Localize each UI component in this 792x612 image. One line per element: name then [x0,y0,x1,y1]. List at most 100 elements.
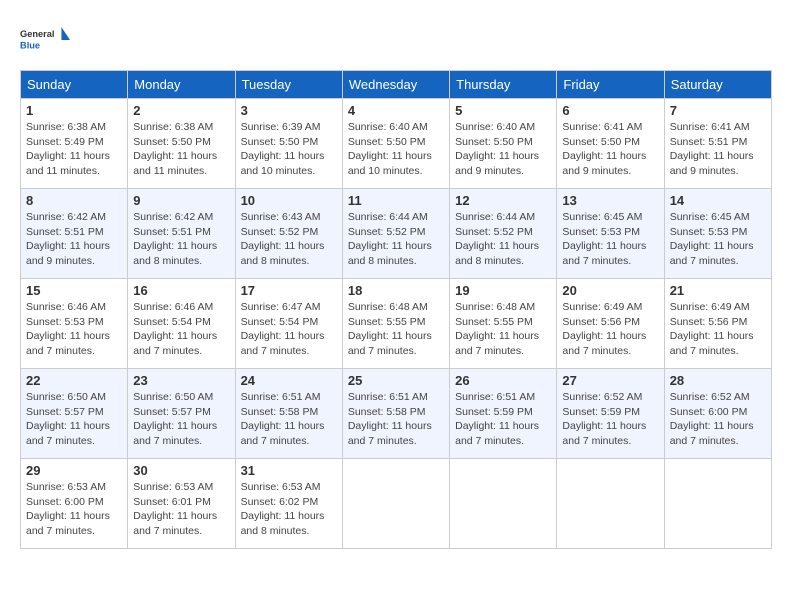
calendar-day-cell [557,459,664,549]
day-number: 19 [455,283,551,298]
day-detail: Sunrise: 6:46 AMSunset: 5:53 PMDaylight:… [26,301,110,357]
day-detail: Sunrise: 6:42 AMSunset: 5:51 PMDaylight:… [26,211,110,267]
calendar-day-cell: 10 Sunrise: 6:43 AMSunset: 5:52 PMDaylig… [235,189,342,279]
calendar-day-cell: 31 Sunrise: 6:53 AMSunset: 6:02 PMDaylig… [235,459,342,549]
calendar-day-cell: 27 Sunrise: 6:52 AMSunset: 5:59 PMDaylig… [557,369,664,459]
day-detail: Sunrise: 6:50 AMSunset: 5:57 PMDaylight:… [26,391,110,447]
day-detail: Sunrise: 6:48 AMSunset: 5:55 PMDaylight:… [455,301,539,357]
day-number: 30 [133,463,229,478]
day-detail: Sunrise: 6:48 AMSunset: 5:55 PMDaylight:… [348,301,432,357]
calendar-day-cell: 22 Sunrise: 6:50 AMSunset: 5:57 PMDaylig… [21,369,128,459]
day-detail: Sunrise: 6:47 AMSunset: 5:54 PMDaylight:… [241,301,325,357]
calendar-day-cell: 28 Sunrise: 6:52 AMSunset: 6:00 PMDaylig… [664,369,771,459]
calendar-day-cell: 15 Sunrise: 6:46 AMSunset: 5:53 PMDaylig… [21,279,128,369]
calendar-day-cell [450,459,557,549]
svg-text:Blue: Blue [20,41,40,51]
calendar-day-cell: 2 Sunrise: 6:38 AMSunset: 5:50 PMDayligh… [128,99,235,189]
weekday-header-cell: Sunday [21,71,128,99]
day-number: 31 [241,463,337,478]
calendar-day-cell: 3 Sunrise: 6:39 AMSunset: 5:50 PMDayligh… [235,99,342,189]
day-number: 24 [241,373,337,388]
calendar-day-cell: 18 Sunrise: 6:48 AMSunset: 5:55 PMDaylig… [342,279,449,369]
weekday-header-cell: Friday [557,71,664,99]
calendar-week-row: 15 Sunrise: 6:46 AMSunset: 5:53 PMDaylig… [21,279,772,369]
calendar-day-cell: 16 Sunrise: 6:46 AMSunset: 5:54 PMDaylig… [128,279,235,369]
day-detail: Sunrise: 6:53 AMSunset: 6:02 PMDaylight:… [241,481,325,537]
weekday-header-row: SundayMondayTuesdayWednesdayThursdayFrid… [21,71,772,99]
day-number: 22 [26,373,122,388]
day-detail: Sunrise: 6:43 AMSunset: 5:52 PMDaylight:… [241,211,325,267]
calendar-day-cell: 23 Sunrise: 6:50 AMSunset: 5:57 PMDaylig… [128,369,235,459]
day-detail: Sunrise: 6:41 AMSunset: 5:50 PMDaylight:… [562,121,646,177]
day-detail: Sunrise: 6:52 AMSunset: 5:59 PMDaylight:… [562,391,646,447]
day-number: 1 [26,103,122,118]
calendar-week-row: 29 Sunrise: 6:53 AMSunset: 6:00 PMDaylig… [21,459,772,549]
logo: General Blue [20,20,70,60]
day-number: 29 [26,463,122,478]
day-number: 15 [26,283,122,298]
day-detail: Sunrise: 6:46 AMSunset: 5:54 PMDaylight:… [133,301,217,357]
day-number: 21 [670,283,766,298]
calendar-day-cell: 4 Sunrise: 6:40 AMSunset: 5:50 PMDayligh… [342,99,449,189]
weekday-header-cell: Tuesday [235,71,342,99]
day-number: 18 [348,283,444,298]
day-detail: Sunrise: 6:53 AMSunset: 6:01 PMDaylight:… [133,481,217,537]
day-detail: Sunrise: 6:38 AMSunset: 5:49 PMDaylight:… [26,121,110,177]
calendar-day-cell: 12 Sunrise: 6:44 AMSunset: 5:52 PMDaylig… [450,189,557,279]
day-detail: Sunrise: 6:52 AMSunset: 6:00 PMDaylight:… [670,391,754,447]
calendar-day-cell: 5 Sunrise: 6:40 AMSunset: 5:50 PMDayligh… [450,99,557,189]
calendar-day-cell: 24 Sunrise: 6:51 AMSunset: 5:58 PMDaylig… [235,369,342,459]
day-detail: Sunrise: 6:51 AMSunset: 5:59 PMDaylight:… [455,391,539,447]
day-number: 11 [348,193,444,208]
calendar-week-row: 22 Sunrise: 6:50 AMSunset: 5:57 PMDaylig… [21,369,772,459]
page-header: General Blue [20,20,772,60]
calendar-day-cell: 25 Sunrise: 6:51 AMSunset: 5:58 PMDaylig… [342,369,449,459]
calendar-body: 1 Sunrise: 6:38 AMSunset: 5:49 PMDayligh… [21,99,772,549]
weekday-header-cell: Saturday [664,71,771,99]
calendar-table: SundayMondayTuesdayWednesdayThursdayFrid… [20,70,772,549]
day-number: 3 [241,103,337,118]
day-detail: Sunrise: 6:38 AMSunset: 5:50 PMDaylight:… [133,121,217,177]
weekday-header-cell: Thursday [450,71,557,99]
day-detail: Sunrise: 6:40 AMSunset: 5:50 PMDaylight:… [455,121,539,177]
day-number: 5 [455,103,551,118]
day-number: 26 [455,373,551,388]
day-detail: Sunrise: 6:50 AMSunset: 5:57 PMDaylight:… [133,391,217,447]
day-number: 10 [241,193,337,208]
calendar-day-cell: 21 Sunrise: 6:49 AMSunset: 5:56 PMDaylig… [664,279,771,369]
calendar-day-cell: 29 Sunrise: 6:53 AMSunset: 6:00 PMDaylig… [21,459,128,549]
calendar-day-cell: 30 Sunrise: 6:53 AMSunset: 6:01 PMDaylig… [128,459,235,549]
calendar-day-cell: 26 Sunrise: 6:51 AMSunset: 5:59 PMDaylig… [450,369,557,459]
calendar-week-row: 8 Sunrise: 6:42 AMSunset: 5:51 PMDayligh… [21,189,772,279]
day-number: 17 [241,283,337,298]
svg-text:General: General [20,29,55,39]
day-number: 13 [562,193,658,208]
day-detail: Sunrise: 6:51 AMSunset: 5:58 PMDaylight:… [348,391,432,447]
calendar-day-cell: 1 Sunrise: 6:38 AMSunset: 5:49 PMDayligh… [21,99,128,189]
day-number: 14 [670,193,766,208]
calendar-week-row: 1 Sunrise: 6:38 AMSunset: 5:49 PMDayligh… [21,99,772,189]
day-number: 2 [133,103,229,118]
calendar-day-cell: 8 Sunrise: 6:42 AMSunset: 5:51 PMDayligh… [21,189,128,279]
day-number: 12 [455,193,551,208]
calendar-day-cell: 20 Sunrise: 6:49 AMSunset: 5:56 PMDaylig… [557,279,664,369]
logo-svg: General Blue [20,20,70,60]
day-detail: Sunrise: 6:51 AMSunset: 5:58 PMDaylight:… [241,391,325,447]
day-number: 9 [133,193,229,208]
calendar-day-cell: 6 Sunrise: 6:41 AMSunset: 5:50 PMDayligh… [557,99,664,189]
day-detail: Sunrise: 6:45 AMSunset: 5:53 PMDaylight:… [670,211,754,267]
weekday-header-cell: Wednesday [342,71,449,99]
day-detail: Sunrise: 6:45 AMSunset: 5:53 PMDaylight:… [562,211,646,267]
calendar-day-cell: 9 Sunrise: 6:42 AMSunset: 5:51 PMDayligh… [128,189,235,279]
day-detail: Sunrise: 6:44 AMSunset: 5:52 PMDaylight:… [455,211,539,267]
day-number: 25 [348,373,444,388]
calendar-day-cell: 11 Sunrise: 6:44 AMSunset: 5:52 PMDaylig… [342,189,449,279]
calendar-day-cell: 13 Sunrise: 6:45 AMSunset: 5:53 PMDaylig… [557,189,664,279]
day-detail: Sunrise: 6:44 AMSunset: 5:52 PMDaylight:… [348,211,432,267]
day-number: 8 [26,193,122,208]
calendar-day-cell: 14 Sunrise: 6:45 AMSunset: 5:53 PMDaylig… [664,189,771,279]
day-number: 7 [670,103,766,118]
day-number: 27 [562,373,658,388]
calendar-day-cell: 19 Sunrise: 6:48 AMSunset: 5:55 PMDaylig… [450,279,557,369]
day-detail: Sunrise: 6:39 AMSunset: 5:50 PMDaylight:… [241,121,325,177]
